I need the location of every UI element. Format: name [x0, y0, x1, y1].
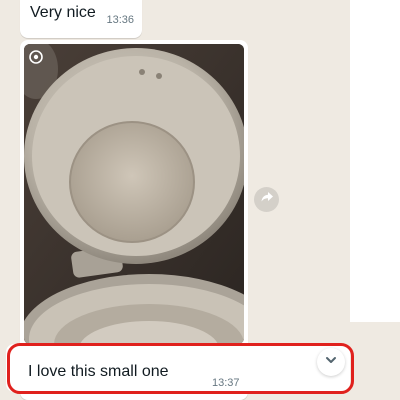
chevron-down-icon — [324, 353, 338, 372]
view-once-icon — [28, 49, 44, 65]
message-text: Very nice — [30, 4, 96, 21]
message-timestamp: 13:37 — [212, 377, 240, 389]
message-bubble-very-nice[interactable]: Very nice 13:36 — [20, 0, 142, 38]
pots-photo-graphic — [24, 44, 244, 344]
caption-message-bubble[interactable]: I love this small one 13:37 — [6, 344, 350, 392]
forward-button[interactable] — [254, 187, 279, 212]
message-photo[interactable] — [24, 44, 244, 344]
message-text: I love this small one — [28, 363, 169, 380]
scroll-down-button[interactable] — [317, 348, 345, 376]
forward-icon — [260, 190, 274, 209]
message-timestamp: 13:36 — [106, 14, 134, 26]
